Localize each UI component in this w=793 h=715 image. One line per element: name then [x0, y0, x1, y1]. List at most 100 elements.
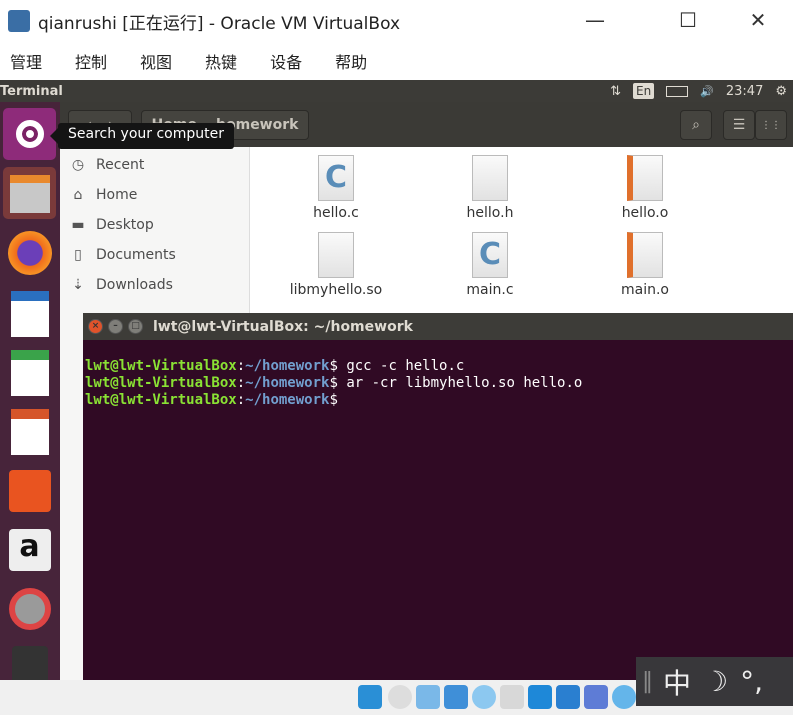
file-item[interactable]: Cmain.c	[430, 232, 550, 298]
firefox-icon[interactable]	[3, 227, 56, 279]
file-name: main.c	[466, 282, 514, 298]
file-item[interactable]: main.o	[585, 232, 705, 298]
c-source-file-icon: C	[318, 155, 354, 201]
terminal-window[interactable]: × – □ lwt@lwt-VirtualBox: ~/homework lwt…	[83, 313, 793, 680]
command-text: gcc -c hello.c	[337, 358, 465, 374]
sidebar-item-desktop[interactable]: ▬ Desktop	[70, 217, 154, 233]
terminal-line: lwt@lwt-VirtualBox:~/homework$	[85, 392, 338, 408]
shared-folder-icon[interactable]	[500, 685, 524, 709]
audio-icon[interactable]	[416, 685, 440, 709]
libreoffice-calc-icon[interactable]	[3, 346, 56, 398]
minimize-button[interactable]: —	[575, 8, 615, 32]
sidebar-item-downloads[interactable]: ⇣ Downloads	[70, 277, 173, 293]
battery-icon[interactable]	[666, 85, 689, 97]
file-item[interactable]: Chello.c	[276, 155, 396, 221]
active-app-name: Terminal	[0, 83, 63, 99]
sidebar-item-label: Downloads	[96, 277, 173, 293]
prompt-user: lwt@lwt-VirtualBox	[85, 358, 237, 374]
virtualbox-logo-icon	[8, 10, 30, 32]
home-icon: ⌂	[73, 187, 83, 203]
sound-icon[interactable]: 🔊	[700, 85, 714, 98]
object-file-icon	[627, 232, 663, 278]
maximize-button[interactable]: ☐	[668, 8, 708, 32]
ubuntu-dash-icon[interactable]	[3, 108, 56, 160]
menu-view[interactable]: 视图	[140, 49, 172, 73]
mouse-integration-icon[interactable]	[612, 685, 636, 709]
display-icon[interactable]	[528, 685, 552, 709]
file-name: libmyhello.so	[289, 282, 383, 298]
search-tooltip: Search your computer	[50, 123, 234, 149]
software-center-icon[interactable]	[3, 464, 56, 516]
prompt-path: ~/homework	[245, 358, 330, 374]
ime-drag-handle[interactable]: ‖	[642, 669, 653, 694]
files-icon[interactable]	[3, 167, 56, 219]
usb-icon[interactable]	[472, 685, 496, 709]
ime-chinese-mode[interactable]: 中	[663, 662, 691, 702]
libreoffice-writer-icon[interactable]	[3, 287, 56, 339]
menu-manage[interactable]: 管理	[10, 49, 42, 73]
terminal-titlebar[interactable]: × – □ lwt@lwt-VirtualBox: ~/homework	[83, 313, 793, 340]
terminal-maximize-button[interactable]: □	[128, 319, 143, 334]
clock-icon: ◷	[71, 157, 85, 173]
video-capture-icon[interactable]	[556, 685, 580, 709]
sidebar-item-documents[interactable]: ▯ Documents	[70, 247, 176, 263]
sidebar-item-home[interactable]: ⌂ Home	[70, 187, 138, 203]
menu-control[interactable]: 控制	[75, 49, 107, 73]
launcher: a	[0, 102, 60, 686]
half-width-moon-icon[interactable]: ☽	[703, 665, 728, 698]
amazon-icon[interactable]: a	[3, 523, 56, 575]
menu-bar: 管理 控制 视图 热键 设备 帮助	[0, 42, 793, 80]
menu-devices[interactable]: 设备	[270, 49, 302, 73]
clock[interactable]: 23:47	[726, 84, 763, 99]
libreoffice-impress-icon[interactable]	[3, 405, 56, 457]
sidebar-item-label: Recent	[96, 157, 145, 173]
file-item[interactable]: hello.h	[430, 155, 550, 221]
terminal-close-button[interactable]: ×	[88, 319, 103, 334]
terminal-line: lwt@lwt-VirtualBox:~/homework$ gcc -c he…	[85, 358, 465, 374]
power-gear-icon[interactable]: ⚙	[775, 84, 787, 99]
document-icon: ▯	[74, 247, 82, 263]
virtualization-icon[interactable]	[584, 685, 608, 709]
system-settings-icon[interactable]	[3, 582, 56, 634]
file-item[interactable]: hello.o	[585, 155, 705, 221]
list-view-button[interactable]: ☰	[723, 110, 755, 140]
network-adapter-icon[interactable]	[444, 685, 468, 709]
window-titlebar: qianrushi [正在运行] - Oracle VM VirtualBox …	[0, 0, 793, 42]
c-source-file-icon: C	[472, 232, 508, 278]
file-name: hello.o	[621, 205, 669, 221]
sidebar-item-label: Documents	[96, 247, 176, 263]
window-title: qianrushi [正在运行] - Oracle VM VirtualBox	[38, 13, 401, 34]
sidebar-item-recent[interactable]: ◷ Recent	[70, 157, 145, 173]
file-name: hello.c	[313, 205, 359, 221]
close-button[interactable]: ✕	[738, 8, 778, 32]
chinese-punctuation-toggle[interactable]: °,	[740, 665, 763, 698]
prompt-user: lwt@lwt-VirtualBox	[85, 375, 237, 391]
sidebar-item-label: Desktop	[96, 217, 154, 233]
library-file-icon	[318, 232, 354, 278]
top-panel: Terminal ⇅ En 🔊 23:47 ⚙	[0, 80, 793, 102]
grid-view-button[interactable]: ⋮⋮	[755, 110, 787, 140]
menu-hotkeys[interactable]: 热键	[205, 49, 237, 73]
object-file-icon	[627, 155, 663, 201]
header-file-icon	[472, 155, 508, 201]
network-icon[interactable]: ⇅	[610, 84, 621, 99]
folder-icon: ▬	[71, 217, 85, 233]
file-item[interactable]: libmyhello.so	[276, 232, 396, 298]
file-grid: Chello.c hello.h hello.o libmyhello.so C…	[250, 147, 793, 313]
terminal-line: lwt@lwt-VirtualBox:~/homework$ ar -cr li…	[85, 375, 583, 391]
search-button[interactable]: ⌕	[680, 110, 712, 140]
terminal-minimize-button[interactable]: –	[108, 319, 123, 334]
command-text: ar -cr libmyhello.so hello.o	[337, 375, 583, 391]
prompt-path: ~/homework	[245, 375, 330, 391]
ime-toolbar: ‖ 中 ☽ °,	[636, 657, 793, 706]
hard-disk-icon[interactable]	[358, 685, 382, 709]
file-name: main.o	[621, 282, 669, 298]
terminal-title: lwt@lwt-VirtualBox: ~/homework	[153, 318, 413, 335]
prompt-user: lwt@lwt-VirtualBox	[85, 392, 237, 408]
file-name: hello.h	[466, 205, 514, 221]
optical-drive-icon[interactable]	[388, 685, 412, 709]
terminal-output[interactable]: lwt@lwt-VirtualBox:~/homework$ gcc -c he…	[85, 341, 582, 443]
keyboard-layout-indicator[interactable]: En	[632, 83, 655, 99]
menu-help[interactable]: 帮助	[335, 49, 367, 73]
download-icon: ⇣	[72, 277, 84, 293]
